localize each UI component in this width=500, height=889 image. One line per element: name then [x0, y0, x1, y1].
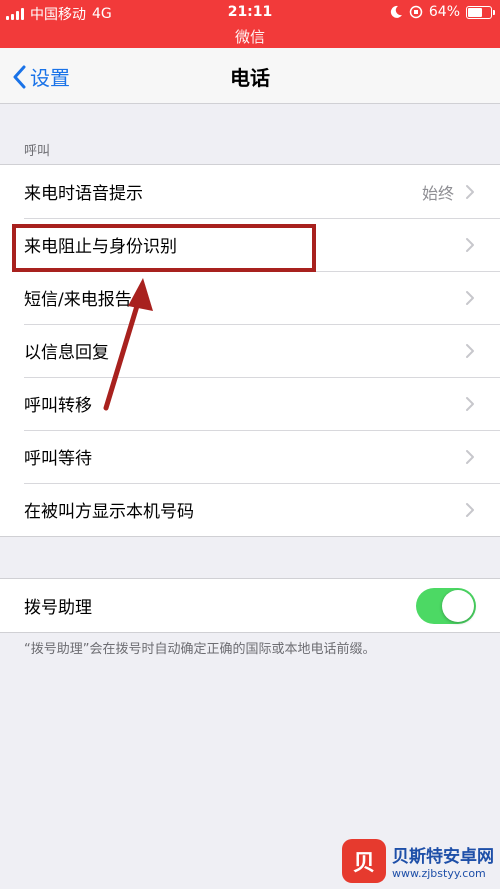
- dial-assist-group: 拨号助理: [0, 578, 500, 633]
- watermark-title: 贝斯特安卓网: [392, 847, 494, 867]
- chevron-right-icon: [466, 184, 474, 199]
- row-value: 始终: [421, 183, 454, 203]
- section-header-call: 呼叫: [24, 144, 51, 159]
- row-label: 呼叫等待: [24, 449, 92, 469]
- row-label: 在被叫方显示本机号码: [24, 502, 194, 522]
- highlight-annotation-box: [12, 224, 316, 272]
- row-label: 短信/来电报告: [24, 290, 132, 310]
- watermark-logo: 贝: [342, 839, 386, 883]
- dial-assist-toggle[interactable]: [416, 587, 476, 624]
- dial-assist-footnote: “拨号助理”会在拨号时自动确定正确的国际或本地电话前缀。: [24, 642, 376, 657]
- battery-icon: [466, 5, 495, 19]
- row-sms-call-report[interactable]: 短信/来电报告: [0, 271, 500, 324]
- toggle-knob: [442, 589, 474, 622]
- chevron-right-icon: [466, 343, 474, 358]
- watermark-url: www.zjbstyy.com: [392, 867, 486, 880]
- row-label: 来电时语音提示: [24, 184, 143, 204]
- row-respond-with-text[interactable]: 以信息回复: [0, 324, 500, 377]
- row-label: 以信息回复: [24, 343, 109, 363]
- app-subtitle: 微信: [234, 28, 265, 46]
- orientation-lock-icon: [409, 5, 423, 19]
- chevron-right-icon: [466, 502, 474, 517]
- chevron-right-icon: [466, 449, 474, 464]
- row-label: 呼叫转移: [24, 396, 92, 416]
- page-title: 电话: [230, 66, 270, 90]
- battery-percent: 64%: [428, 4, 460, 20]
- watermark: 贝 贝斯特安卓网 www.zjbstyy.com: [342, 839, 494, 883]
- row-show-caller-id[interactable]: 在被叫方显示本机号码: [0, 483, 500, 536]
- row-label: 拨号助理: [24, 598, 92, 618]
- row-call-forwarding[interactable]: 呼叫转移: [0, 377, 500, 430]
- chevron-right-icon: [466, 290, 474, 305]
- row-dial-assist: 拨号助理: [0, 579, 500, 632]
- chevron-right-icon: [466, 396, 474, 411]
- chevron-right-icon: [466, 237, 474, 252]
- row-call-waiting[interactable]: 呼叫等待: [0, 430, 500, 483]
- call-settings-group: 来电时语音提示 始终 来电阻止与身份识别 短信/来电报告 以信息回复 呼叫转移 …: [0, 164, 500, 537]
- status-right: 64%: [389, 4, 495, 20]
- navigation-bar: 设置 电话: [0, 48, 500, 104]
- status-bar: 中国移动 4G 21:11 微信 64%: [0, 0, 500, 48]
- row-voice-announce[interactable]: 来电时语音提示 始终: [0, 165, 500, 218]
- moon-icon: [390, 5, 402, 18]
